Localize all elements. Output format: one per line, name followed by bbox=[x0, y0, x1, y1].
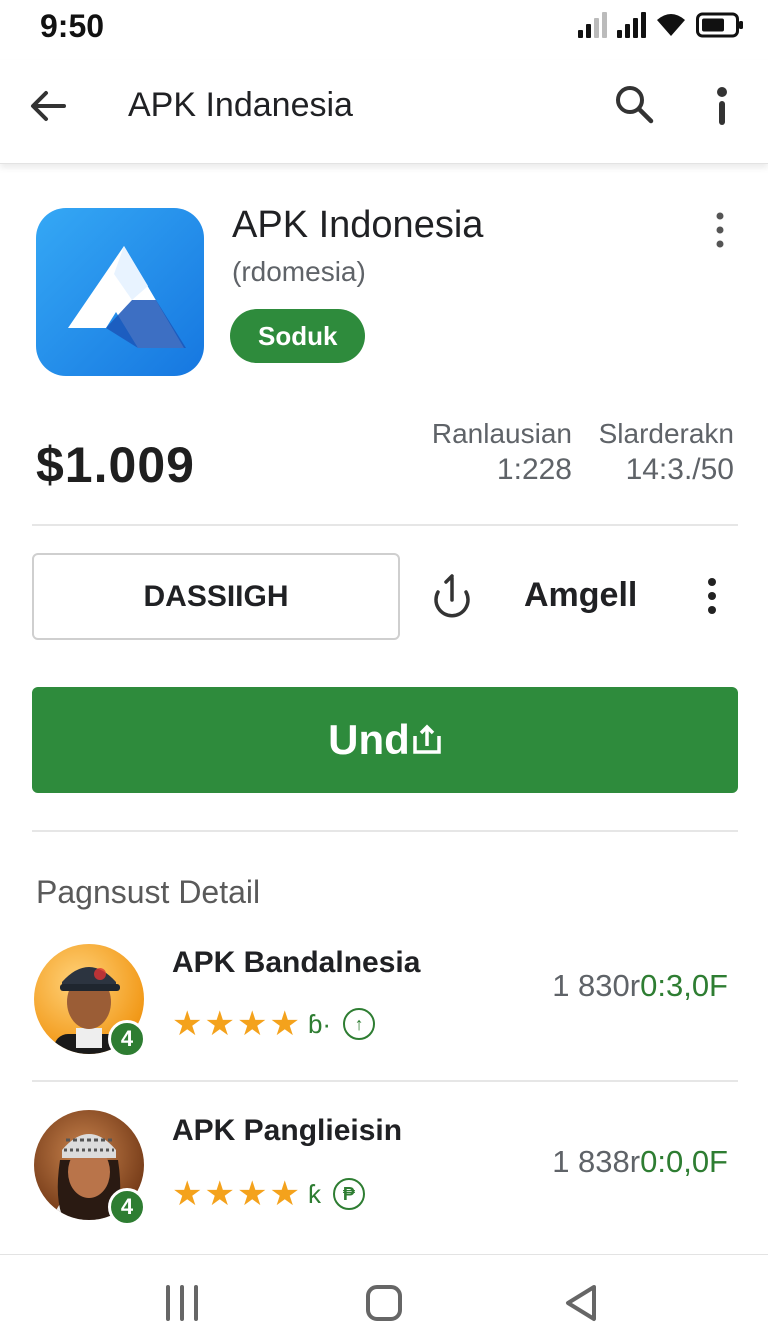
app-subtitle: (rdomesia) bbox=[232, 256, 366, 287]
app-menu-icon[interactable] bbox=[704, 208, 736, 252]
app-price: $1.009 bbox=[36, 437, 195, 493]
divider bbox=[32, 524, 738, 526]
app-logo-icon[interactable] bbox=[36, 208, 204, 376]
rating-stars: ★ ★ ★ ★ ɓ· ↑ bbox=[172, 1004, 376, 1044]
back-icon[interactable] bbox=[560, 1281, 604, 1325]
more-options-icon[interactable] bbox=[700, 82, 744, 130]
stat-value: 1:228 bbox=[496, 453, 572, 486]
download-icon[interactable] bbox=[428, 572, 476, 620]
app-name: APK Indonesia bbox=[232, 204, 484, 246]
signal-icon bbox=[578, 12, 607, 38]
wifi-icon bbox=[657, 14, 685, 36]
star-icon: ★ bbox=[269, 1175, 300, 1213]
stat-downloads: Ranlausian 1:228 bbox=[432, 416, 572, 488]
list-item-count: 1 830r0:3,0F bbox=[552, 968, 728, 1004]
back-arrow-icon[interactable] bbox=[26, 84, 70, 128]
app-bar: APK Indanesia bbox=[0, 60, 768, 164]
install-button-label: Und bbox=[328, 716, 410, 763]
status-bar: 9:50 bbox=[0, 0, 768, 56]
home-icon[interactable] bbox=[362, 1281, 406, 1325]
stat-value: 14:3./50 bbox=[625, 453, 734, 486]
list-item-name: APK Panglieisin bbox=[172, 1114, 403, 1147]
install-button[interactable]: Und bbox=[32, 687, 738, 793]
rating-suffix: ɓ· bbox=[307, 1008, 332, 1039]
count-prefix: 1 838r bbox=[552, 1144, 641, 1179]
currency-circle-icon: ₱ bbox=[332, 1178, 365, 1210]
more-vert-icon[interactable] bbox=[696, 574, 728, 618]
search-icon[interactable] bbox=[612, 82, 656, 126]
stat-label: Ranlausian bbox=[431, 418, 572, 449]
rank-badge: 4 bbox=[108, 1020, 146, 1058]
outline-action-button[interactable]: DASSIIGH bbox=[32, 553, 400, 640]
signal-icon-2 bbox=[617, 12, 646, 38]
list-item[interactable]: 4 APK Bandalnesia ★ ★ ★ ★ ɓ· ↑ 1 830r0:3… bbox=[0, 940, 768, 1090]
star-icon: ★ bbox=[236, 1175, 268, 1213]
count-value: 0:0,0F bbox=[640, 1144, 728, 1179]
rating-stars: ★ ★ ★ ★ ƙ ₱ bbox=[172, 1174, 365, 1214]
stat-rating: Slarderakn 14:3./50 bbox=[599, 416, 734, 488]
list-item[interactable]: 4 APK Panglieisin ★ ★ ★ ★ ƙ ₱ 1 838r0:0,… bbox=[0, 1108, 768, 1258]
star-icon: ★ bbox=[269, 1005, 300, 1043]
count-prefix: 1 830r bbox=[552, 968, 641, 1003]
divider bbox=[32, 1080, 738, 1082]
star-icon: ★ bbox=[204, 1005, 235, 1043]
star-icon: ★ bbox=[172, 1005, 203, 1043]
divider bbox=[32, 830, 738, 832]
stat-label: Slarderakn bbox=[598, 418, 734, 449]
arrow-up-circle-icon: ↑ bbox=[343, 1008, 376, 1040]
app-bar-title: APK Indanesia bbox=[128, 86, 353, 124]
section-title: Pagnsust Detail bbox=[36, 874, 261, 910]
star-icon: ★ bbox=[236, 1005, 268, 1043]
rank-badge: 4 bbox=[108, 1188, 146, 1226]
count-value: 0:3,0F bbox=[640, 968, 728, 1003]
app-category-badge[interactable]: Soduk bbox=[230, 309, 366, 363]
star-icon: ★ bbox=[172, 1175, 203, 1213]
battery-icon bbox=[696, 12, 743, 38]
secondary-action-label[interactable]: Amgell bbox=[524, 576, 637, 615]
star-icon: ★ bbox=[204, 1175, 235, 1213]
status-icons bbox=[578, 12, 744, 38]
upload-icon bbox=[413, 724, 441, 754]
rating-suffix: ƙ bbox=[307, 1178, 321, 1209]
recent-apps-icon[interactable] bbox=[160, 1281, 204, 1325]
list-item-count: 1 838r0:0,0F bbox=[552, 1144, 728, 1180]
system-nav-bar bbox=[0, 1254, 768, 1344]
list-item-name: APK Bandalnesia bbox=[172, 946, 421, 979]
status-time: 9:50 bbox=[40, 8, 105, 44]
